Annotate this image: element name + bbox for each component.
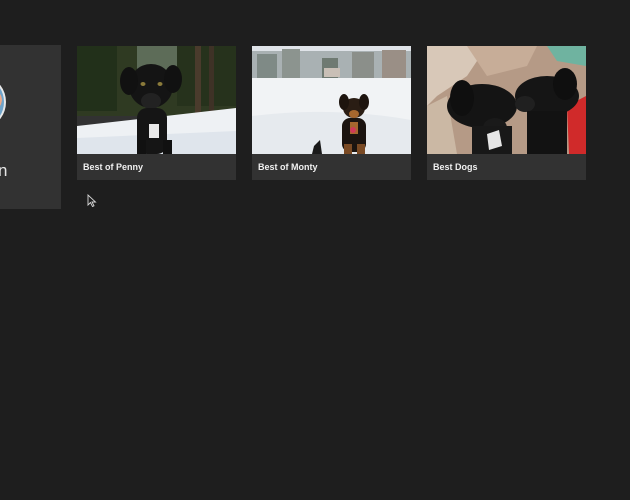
avatar <box>0 79 6 125</box>
profile-name: n <box>0 161 8 180</box>
album-card-best-dogs[interactable]: Best Dogs <box>427 46 586 180</box>
mouse-pointer-icon <box>87 194 97 207</box>
profile-card[interactable]: n <box>0 45 61 209</box>
album-card-best-of-monty[interactable]: Best of Monty <box>252 46 411 180</box>
album-thumbnail <box>427 46 586 154</box>
album-thumbnail <box>77 46 236 154</box>
album-grid-view: n Best of Penny Best of Monty Best Dogs <box>0 0 630 500</box>
album-title: Best of Monty <box>258 162 318 172</box>
album-title: Best Dogs <box>433 162 478 172</box>
album-thumbnail <box>252 46 411 154</box>
album-title: Best of Penny <box>83 162 144 172</box>
album-card-best-of-penny[interactable]: Best of Penny <box>77 46 236 180</box>
